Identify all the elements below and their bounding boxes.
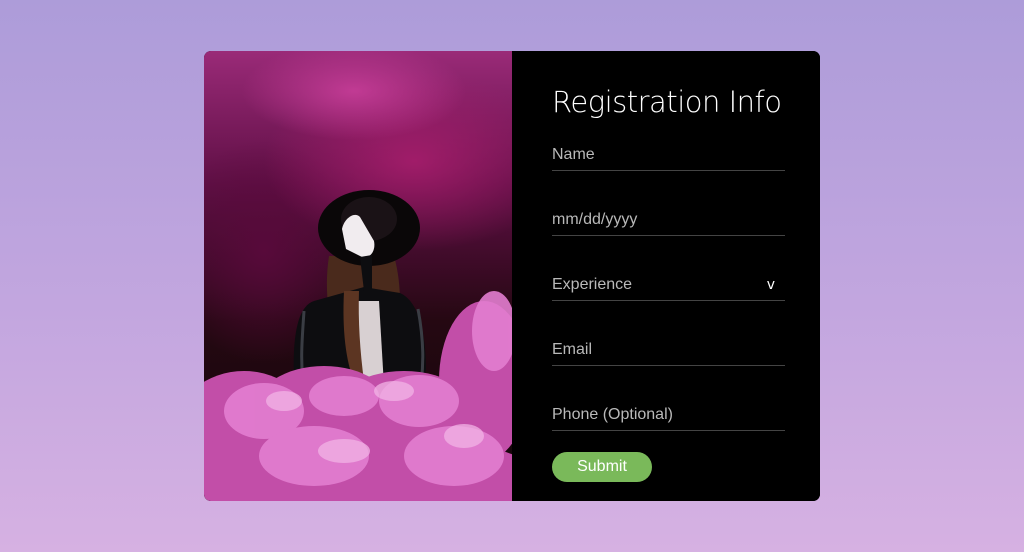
registration-form: Registration Info Experience v Submit bbox=[512, 51, 820, 501]
phone-input[interactable] bbox=[552, 400, 785, 430]
date-input[interactable] bbox=[552, 205, 785, 235]
phone-field[interactable] bbox=[552, 400, 785, 431]
experience-select-label: Experience bbox=[552, 276, 633, 293]
email-field[interactable] bbox=[552, 335, 785, 366]
submit-button[interactable]: Submit bbox=[552, 452, 652, 482]
experience-select[interactable]: Experience v bbox=[552, 270, 785, 301]
smoke-portrait-image bbox=[204, 190, 512, 501]
name-field[interactable] bbox=[552, 140, 785, 171]
date-field[interactable] bbox=[552, 205, 785, 236]
name-input[interactable] bbox=[552, 140, 785, 170]
form-title: Registration Info bbox=[552, 85, 782, 119]
email-input[interactable] bbox=[552, 335, 785, 365]
chevron-down-icon: v bbox=[766, 277, 775, 293]
registration-card: Registration Info Experience v Submit bbox=[204, 51, 820, 501]
hero-photo bbox=[204, 51, 512, 501]
